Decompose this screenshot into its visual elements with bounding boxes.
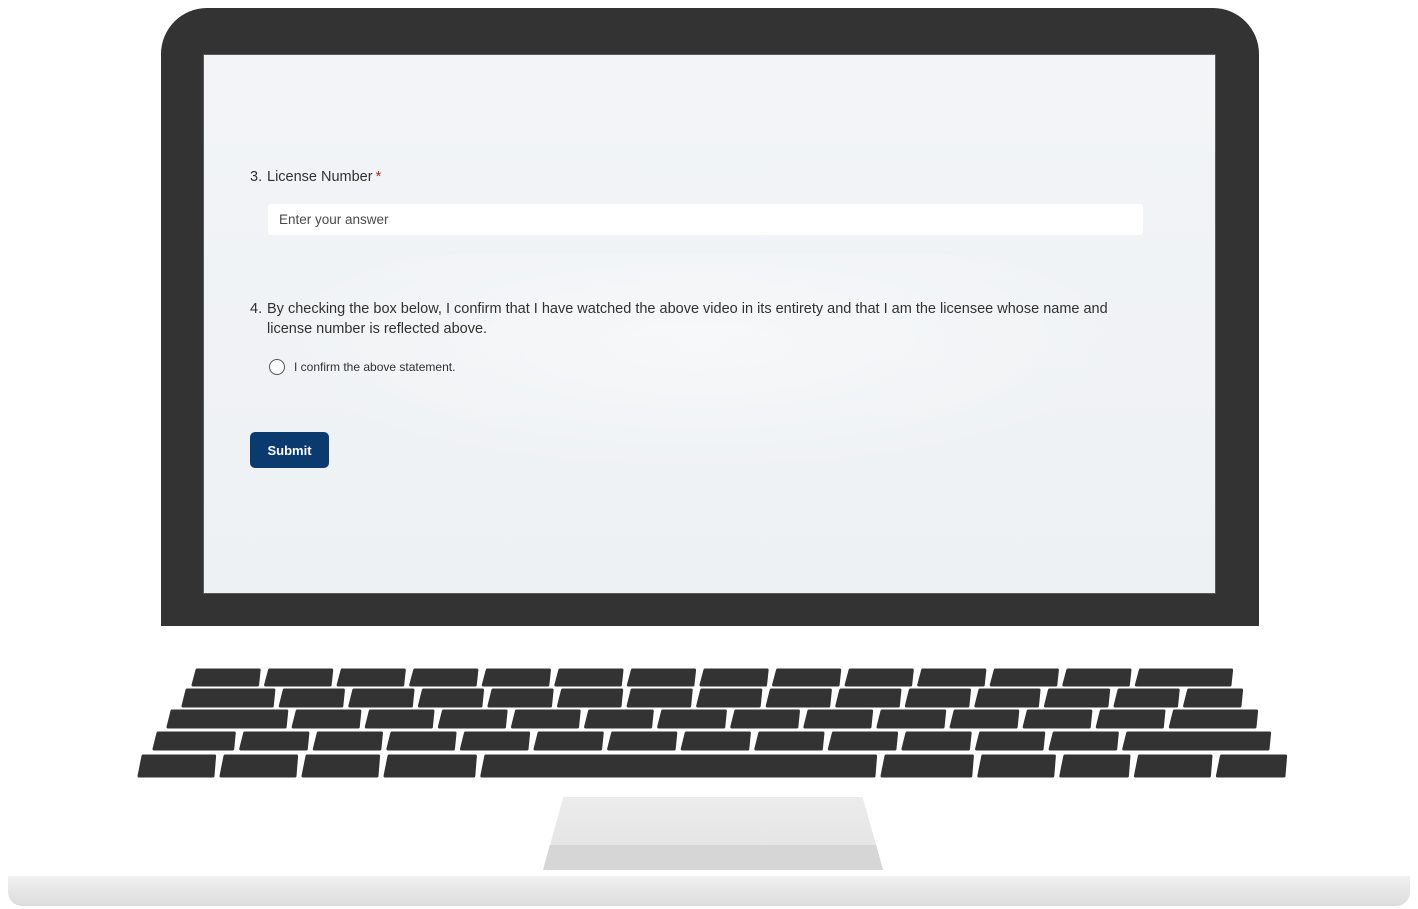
required-asterisk: * [375,169,382,185]
confirm-option[interactable]: I confirm the above statement. [269,356,455,378]
confirm-radio[interactable] [269,359,285,375]
confirm-option-label[interactable]: I confirm the above statement. [294,360,455,374]
laptop-trackpad-edge [543,845,883,870]
question-label: By checking the box below, I confirm tha… [267,301,1108,337]
question-license-number: 3. License Number * [250,167,381,187]
laptop-base-edge [8,876,1410,906]
laptop-frame: 3.License Number* 4.By checking the box … [0,0,1418,909]
question-confirmation: 4. By checking the box below, I confirm t… [250,299,1150,339]
submit-button[interactable]: Submit [250,432,329,468]
question-label: License Number [267,169,373,185]
question-number: 4. [250,301,263,317]
question-number: 3. [250,169,263,185]
license-number-input[interactable] [268,204,1143,235]
form-screen: 3.License Number* 4.By checking the box … [203,54,1216,594]
